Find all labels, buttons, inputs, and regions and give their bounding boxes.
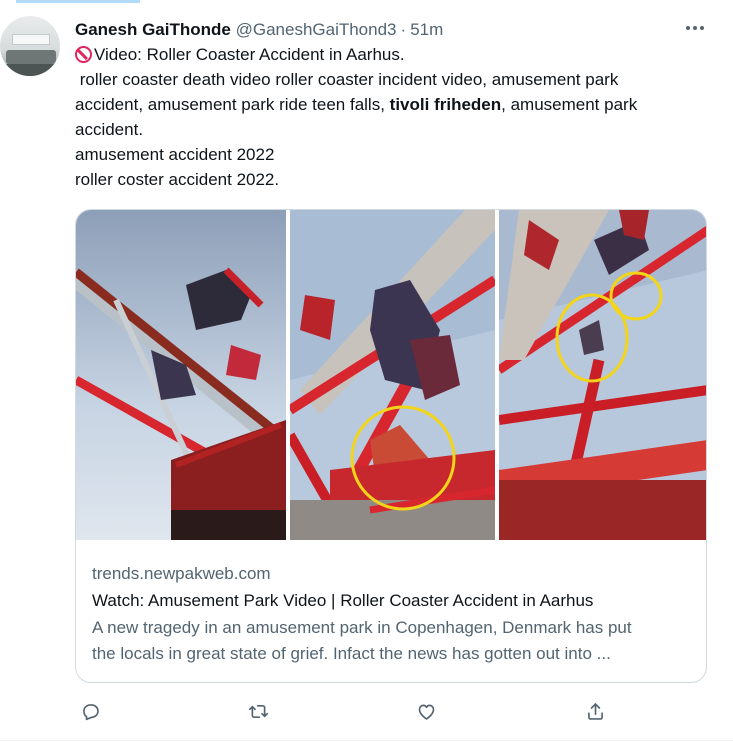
link-card[interactable]: trends.newpakweb.com Watch: Amusement Pa…	[75, 209, 707, 683]
card-title: Watch: Amusement Park Video | Roller Coa…	[92, 591, 594, 610]
card-description: A new tragedy in an amusement park in Co…	[92, 615, 692, 667]
no-entry-icon	[75, 46, 92, 63]
avatar-shape	[0, 64, 60, 76]
tweet-actions	[75, 696, 615, 726]
media-panel-1	[76, 210, 286, 540]
tweet-text-segment: , amusement park	[501, 95, 638, 114]
tweet-text-line: accident.	[75, 120, 144, 139]
photo-frame-3	[499, 210, 706, 540]
divider	[0, 740, 733, 741]
photo-frame-2	[290, 210, 495, 540]
media-panel-2	[290, 210, 495, 540]
like-icon	[418, 704, 434, 720]
tweet-text-segment: Video: Roller Coaster Accident in Aarhus…	[94, 45, 405, 64]
tweet-text-line: accident, amusement park ride teen falls…	[75, 92, 715, 117]
like-button[interactable]	[411, 696, 441, 726]
card-description-line: A new tragedy in an amusement park in Co…	[92, 618, 632, 637]
author-name[interactable]: Ganesh GaiThonde	[75, 20, 231, 39]
reply-icon	[82, 703, 99, 720]
share-button[interactable]	[580, 696, 610, 726]
author-handle[interactable]: @GaneshGaiThond3	[236, 20, 397, 39]
reply-button[interactable]	[75, 696, 105, 726]
card-domain: trends.newpakweb.com	[92, 564, 271, 583]
card-meta: trends.newpakweb.com Watch: Amusement Pa…	[92, 562, 692, 667]
tweet: Ganesh GaiThonde @GaneshGaiThond3 · 51m Vi…	[75, 18, 715, 192]
media-panel-3	[499, 210, 706, 540]
avatar-shape	[6, 50, 56, 64]
avatar-shape	[12, 34, 50, 45]
top-accent-bar	[16, 0, 140, 3]
tweet-text-line: Video: Roller Coaster Accident in Aarhus…	[75, 42, 715, 67]
tweet-text-bold: tivoli friheden	[389, 95, 502, 114]
tweet-timestamp[interactable]: 51m	[410, 20, 443, 39]
retweet-icon	[248, 704, 268, 718]
tweet-text: Video: Roller Coaster Accident in Aarhus…	[75, 42, 715, 192]
photo-frame-1	[76, 210, 286, 540]
tweet-text-line: roller coster accident 2022.	[75, 170, 280, 189]
retweet-button[interactable]	[243, 696, 273, 726]
tweet-header: Ganesh GaiThonde @GaneshGaiThond3 · 51m	[75, 18, 715, 42]
share-icon	[587, 702, 603, 720]
card-media[interactable]	[76, 210, 706, 540]
tweet-text-line: amusement accident 2022	[75, 145, 275, 164]
tweet-text-segment: accident, amusement park ride teen falls…	[75, 95, 390, 114]
card-description-line: the locals in great state of grief. Infa…	[92, 644, 611, 663]
avatar[interactable]	[0, 16, 60, 76]
header-separator: ·	[400, 20, 407, 39]
tweet-text-line: roller coaster death video roller coaste…	[75, 70, 619, 89]
